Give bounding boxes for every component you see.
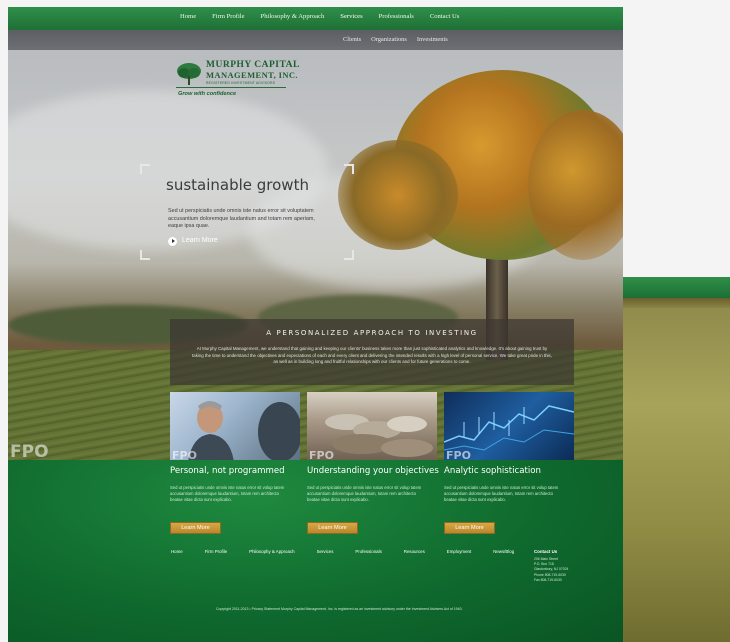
photo-placeholder-businessmen: FPO (170, 392, 300, 460)
tree-logo-icon (177, 63, 201, 85)
hero-headline: sustainable growth (166, 176, 309, 194)
feature-column: Understanding your objectives Sed ut per… (307, 466, 439, 534)
subnav-item-clients[interactable]: Clients (343, 36, 361, 43)
footer-link-professionals[interactable]: Professionals (355, 549, 381, 554)
sub-navigation: Clients Organizations Investments (8, 30, 623, 50)
frame-corner-bottom-right (344, 250, 354, 260)
column-title: Personal, not programmed (170, 466, 285, 476)
footer-navigation: Home Firm Profile Philosophy & Approach … (171, 549, 514, 554)
fpo-label: FPO (309, 449, 334, 460)
footer-link-employment[interactable]: Employment (447, 549, 471, 554)
adjacent-artboard-nav-band (622, 277, 730, 298)
approach-body-text: At Murphy Capital Management, we underst… (192, 346, 552, 365)
footer-link-news-blog[interactable]: News/Blog (493, 549, 514, 554)
top-navigation: Home Firm Profile Philosophy & Approach … (8, 7, 623, 30)
frame-corner-top-left (140, 164, 150, 174)
nav-item-philosophy-approach[interactable]: Philosophy & Approach (261, 13, 325, 20)
learn-more-button[interactable]: Learn More (170, 522, 221, 534)
footer-link-resources[interactable]: Resources (404, 549, 425, 554)
nav-item-home[interactable]: Home (180, 13, 196, 20)
contact-line: Glastonbury, NJ 07024 (534, 567, 569, 572)
feature-column: Analytic sophistication Sed ut perspicia… (444, 466, 574, 534)
hero-learn-more-link[interactable]: Learn More (182, 237, 218, 244)
nav-item-contact-us[interactable]: Contact Us (430, 13, 460, 20)
adjacent-artboard (622, 277, 730, 642)
content-section: Personal, not programmed Sed ut perspici… (8, 460, 623, 642)
subnav-item-investments[interactable]: Investments (417, 36, 448, 43)
approach-banner: A PERSONALIZED APPROACH TO INVESTING At … (170, 319, 574, 385)
contact-line: Fax 808-719-6030 (534, 577, 562, 582)
hero-fpo-label: FPO (10, 442, 49, 460)
nav-item-services[interactable]: Services (340, 13, 362, 20)
frame-corner-bottom-left (140, 250, 150, 260)
hero-banner: MURPHY CAPITAL MANAGEMENT, INC. REGISTER… (8, 50, 623, 460)
logo-line-3: REGISTERED INVESTMENT ADVISORS (206, 81, 276, 85)
column-title: Understanding your objectives (307, 466, 439, 476)
logo-tagline: Grow with confidence (178, 91, 237, 97)
hero-feature-callout: sustainable growth Sed ut perspiciatis u… (140, 164, 354, 260)
fpo-label: FPO (172, 449, 197, 460)
footer-link-services[interactable]: Services (317, 549, 334, 554)
adjacent-artboard-subnav-band (622, 298, 730, 308)
logo-line-2: MANAGEMENT, INC. (206, 70, 298, 80)
learn-more-button[interactable]: Learn More (307, 522, 358, 534)
play-circle-icon[interactable] (168, 237, 177, 246)
copyright-notice: Copyright 2011-2013 • Privacy Statement … (216, 607, 463, 611)
column-body-text: Sed ut perspiciatis unde omnis iste natu… (444, 485, 559, 503)
approach-title: A PERSONALIZED APPROACH TO INVESTING (266, 329, 478, 337)
tree-foliage-shape (338, 140, 458, 250)
nav-item-professionals[interactable]: Professionals (379, 13, 414, 20)
photo-placeholder-stock-chart: FPO (444, 392, 574, 460)
learn-more-button[interactable]: Learn More (444, 522, 495, 534)
logo-divider (176, 87, 286, 88)
nav-item-firm-profile[interactable]: Firm Profile (212, 13, 244, 20)
footer-link-home[interactable]: Home (171, 549, 183, 554)
column-body-text: Sed ut perspiciatis unde omnis iste natu… (170, 485, 285, 503)
frame-corner-top-right (344, 164, 354, 174)
logo-line-1: MURPHY CAPITAL (206, 60, 300, 70)
website-mockup: Home Firm Profile Philosophy & Approach … (8, 7, 623, 642)
column-body-text: Sed ut perspiciatis unde omnis iste natu… (307, 485, 422, 503)
footer-contact-block: Contact Us 206 Main Street P.O. Box 718 … (534, 549, 568, 583)
hero-body-text: Sed ut perspiciatis unde omnis iste natu… (168, 208, 315, 229)
photo-placeholder-coins: FPO (307, 392, 437, 460)
fpo-label: FPO (446, 449, 471, 460)
company-logo[interactable]: MURPHY CAPITAL MANAGEMENT, INC. REGISTER… (176, 60, 299, 104)
feature-column: Personal, not programmed Sed ut perspici… (170, 466, 300, 534)
footer-link-firm-profile[interactable]: Firm Profile (205, 549, 227, 554)
footer-link-philosophy-approach[interactable]: Philosophy & Approach (249, 549, 294, 554)
subnav-item-organizations[interactable]: Organizations (371, 36, 407, 43)
page: Home Firm Profile Philosophy & Approach … (0, 0, 730, 642)
column-title: Analytic sophistication (444, 466, 541, 476)
